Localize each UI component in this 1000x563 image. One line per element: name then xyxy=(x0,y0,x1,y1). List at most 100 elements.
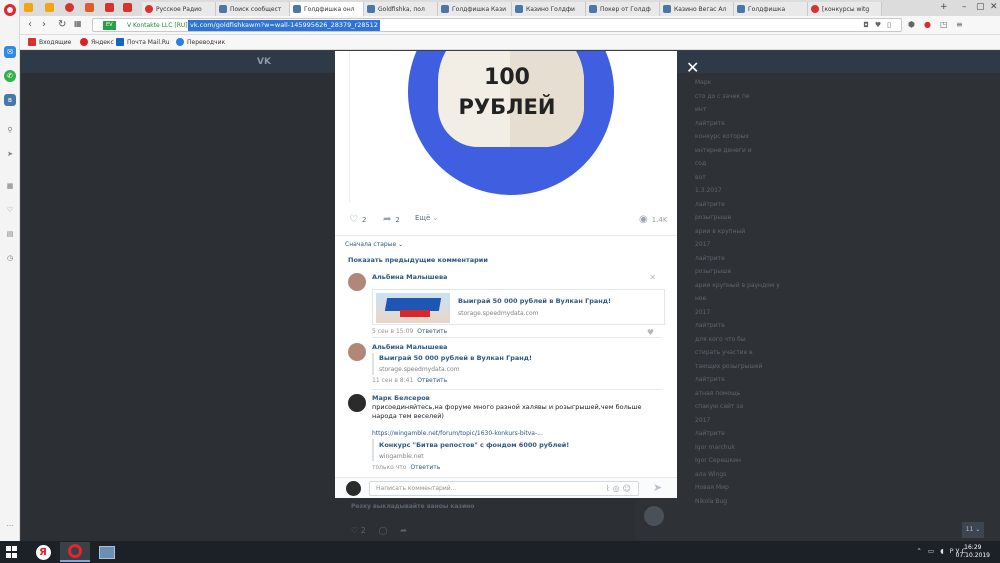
pinned-tab-icon[interactable] xyxy=(105,3,114,12)
pinned-tab-icon[interactable] xyxy=(123,3,132,12)
forward-icon[interactable]: › xyxy=(42,19,46,30)
comment-input[interactable]: Написать комментарий... ⌇◎☺ xyxy=(369,481,639,496)
vk-sidebar-icon[interactable]: в xyxy=(4,94,16,106)
backdrop-feed-text: 2017 xyxy=(695,308,711,316)
certificate-label[interactable]: V Kontakte LLC [RU] xyxy=(127,21,188,30)
bookmark-mailru[interactable]: Почта Mail.Ru xyxy=(116,38,170,46)
browser-tab[interactable]: Голдфишка Кази xyxy=(438,2,512,16)
bookmark-translator[interactable]: Переводчик xyxy=(176,38,225,46)
backdrop-feed-text: Igor marchuk xyxy=(695,443,735,451)
tab-title: Покер от Голдф xyxy=(600,5,651,13)
tab-title: Голдфишка xyxy=(748,5,786,13)
messenger-icon[interactable]: ✉ xyxy=(4,46,16,58)
taskbar-image-viewer[interactable] xyxy=(92,542,122,562)
avatar[interactable] xyxy=(348,394,366,412)
tab-title: Goldfishka, пол xyxy=(378,5,425,13)
comment-link[interactable]: https://wingamble.net/forum/topic/1630-k… xyxy=(372,430,543,437)
attachment-title[interactable]: Выиграй 50 000 рублей в Вулкан Гранд! xyxy=(379,354,532,362)
browser-tab[interactable]: Казино Вегас Ал xyxy=(660,2,734,16)
post-image[interactable]: 100 РУБЛЕЙ xyxy=(349,51,663,202)
add-tab-icon[interactable]: + xyxy=(940,2,948,12)
close-window-icon[interactable]: ✕ xyxy=(990,2,998,12)
backdrop-feed-text: ное xyxy=(695,295,707,302)
address-bar[interactable]: EV V Kontakte LLC [RU] vk.com/goldfishka… xyxy=(92,18,902,32)
attachment-title[interactable]: Конкурс "Битва репостов" с фондом 6000 р… xyxy=(379,441,569,449)
reply-link[interactable]: Ответить xyxy=(417,328,447,335)
close-modal-icon[interactable]: ✕ xyxy=(686,60,699,76)
backdrop-feed-text: вот xyxy=(695,173,706,181)
clock[interactable]: 16:29 07.10.2019 xyxy=(956,544,990,560)
show-previous-comments[interactable]: Показать предыдущие комментарии xyxy=(348,256,488,264)
attach-icons[interactable]: ⌇◎☺ xyxy=(606,484,634,493)
link-attachment[interactable]: Выиграй 50 000 рублей в Вулкан Гранд! st… xyxy=(372,289,665,325)
chevron-down-icon: ⌄ xyxy=(432,214,439,222)
address-actions[interactable]: ◘♥▯ xyxy=(863,21,897,29)
avatar[interactable] xyxy=(348,273,366,291)
browser-tab[interactable]: Голдфишка xyxy=(734,2,808,16)
url-text[interactable]: vk.com/goldfishkawm?w=wall-145995626_283… xyxy=(188,20,380,31)
start-button[interactable] xyxy=(6,546,18,558)
eye-icon: ◉ xyxy=(639,214,648,225)
reload-icon[interactable]: ↻ xyxy=(58,19,66,30)
back-icon[interactable]: ‹ xyxy=(28,19,32,30)
send-icon[interactable]: ➤ xyxy=(4,148,16,160)
tab-favicon-icon xyxy=(515,5,523,13)
comment-item: Марк Белсеров присоединяйтесь,на форуме … xyxy=(348,394,666,474)
browser-tab[interactable]: Goldfishka, пол xyxy=(364,2,438,16)
heart-icon[interactable]: ♡ xyxy=(4,204,16,216)
opera-logo-icon[interactable] xyxy=(4,4,16,16)
tab-favicon-icon xyxy=(145,5,153,13)
search-icon[interactable]: ⚲ xyxy=(4,124,16,136)
maximize-icon[interactable]: ▢ xyxy=(976,2,985,12)
easy-setup-icon[interactable]: ≡ xyxy=(956,20,963,29)
comment-placeholder: Написать комментарий... xyxy=(376,485,457,492)
backdrop-feed-text: лайтрите xyxy=(695,119,725,127)
browser-tab[interactable]: [конкурсы witg xyxy=(808,2,882,16)
pinned-tab-icon[interactable] xyxy=(24,3,33,12)
backdrop-feed-text: 2017 xyxy=(695,241,711,248)
taskbar-opera[interactable] xyxy=(60,542,90,562)
avatar[interactable] xyxy=(348,343,366,361)
taskbar-yandex[interactable]: Я xyxy=(28,542,58,562)
comment-author[interactable]: Альбина Малышева xyxy=(372,273,447,281)
pinned-tab-icon[interactable] xyxy=(65,3,74,12)
history-icon[interactable]: ◷ xyxy=(4,252,16,264)
backdrop-feed-text: Nikola Bug xyxy=(695,497,728,505)
vpn-icon[interactable]: ● xyxy=(924,20,931,29)
browser-tab[interactable]: Поиск сообщест xyxy=(216,2,290,16)
comment-like-icon[interactable]: ♥ xyxy=(647,328,654,337)
attachment-title[interactable]: Выиграй 50 000 рублей в Вулкан Гранд! xyxy=(458,297,611,305)
bookmark-inbox[interactable]: Входящие xyxy=(28,38,71,46)
like-button[interactable]: ♡ 2 xyxy=(349,214,366,225)
sort-toggle[interactable]: Сначала старые ⌄ xyxy=(345,241,403,248)
snapshot-icon[interactable]: ◳ xyxy=(940,20,948,29)
send-icon[interactable]: ➤ xyxy=(653,481,662,494)
delete-comment-icon[interactable]: ✕ xyxy=(649,273,656,282)
security-badge[interactable]: EV xyxy=(103,21,116,30)
minimize-icon[interactable]: – xyxy=(962,2,967,12)
speed-dial-icon[interactable]: ▦ xyxy=(4,180,16,192)
comment-author[interactable]: Альбина Малышева xyxy=(372,343,447,351)
news-icon[interactable]: ▤ xyxy=(4,228,16,240)
more-icon[interactable]: ··· xyxy=(4,520,16,532)
extensions-icon[interactable]: ⬢ xyxy=(908,20,915,29)
browser-tab[interactable]: Голдфишка онл xyxy=(290,2,364,16)
reply-link[interactable]: Ответить xyxy=(410,464,440,471)
browser-tab[interactable]: Казино Голдфи xyxy=(512,2,586,16)
backdrop-feed-text: сод xyxy=(695,160,707,167)
comment-author[interactable]: Марк Белсеров xyxy=(372,394,430,402)
whatsapp-icon[interactable]: ✆ xyxy=(4,70,16,82)
bookmark-yandex[interactable]: Яндекс xyxy=(80,38,114,46)
more-button[interactable]: Ещё ⌄ xyxy=(415,214,438,222)
tabs-grid-icon[interactable]: ▦ xyxy=(74,19,82,28)
pinned-tab-icon[interactable] xyxy=(45,3,54,12)
share-button[interactable]: ➦ 2 xyxy=(383,214,400,225)
avatar[interactable] xyxy=(346,481,361,496)
pinned-tab-icon[interactable] xyxy=(85,3,94,12)
vk-logo-icon[interactable]: VK xyxy=(257,57,271,67)
scroll-counter[interactable]: 11 ⌄ xyxy=(962,522,984,538)
views-counter: ◉ 1.4K xyxy=(639,214,668,225)
reply-link[interactable]: Ответить xyxy=(417,377,447,384)
browser-tab[interactable]: Покер от Голдф xyxy=(586,2,660,16)
browser-tab[interactable]: Русское Радио xyxy=(142,2,216,16)
